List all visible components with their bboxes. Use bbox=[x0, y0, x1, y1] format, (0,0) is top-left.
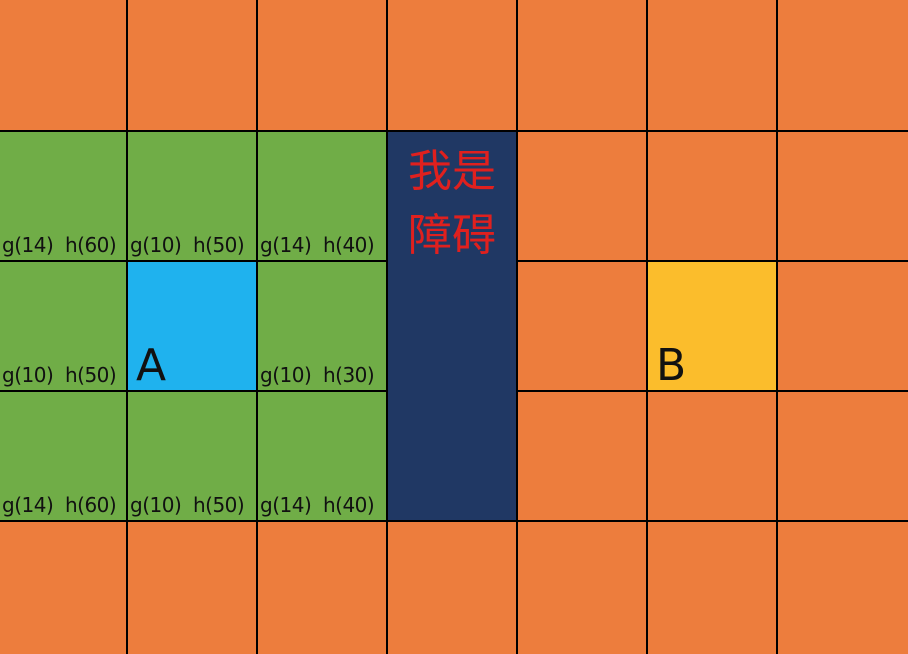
cost-label: g(14) h(40) bbox=[260, 233, 375, 257]
open-node-cell: g(14) h(60) bbox=[0, 392, 126, 520]
open-node-cell: g(14) h(60) bbox=[0, 132, 126, 260]
grid-cell bbox=[518, 0, 646, 130]
cost-label: g(14) h(60) bbox=[2, 233, 117, 257]
grid-cell bbox=[778, 0, 908, 130]
open-node-cell: g(14) h(40) bbox=[258, 392, 386, 520]
grid-cell bbox=[388, 0, 516, 130]
open-node-cell: g(10) h(50) bbox=[128, 392, 256, 520]
cost-label: g(10) h(30) bbox=[260, 363, 375, 387]
grid-cell bbox=[0, 522, 126, 654]
cost-label: g(10) h(50) bbox=[130, 233, 245, 257]
grid-cell bbox=[0, 0, 126, 130]
grid-cell bbox=[128, 0, 256, 130]
cost-label: g(14) h(60) bbox=[2, 493, 117, 517]
grid-cell bbox=[778, 392, 908, 520]
grid-cell bbox=[778, 522, 908, 654]
goal-node-cell: B bbox=[648, 262, 776, 390]
goal-node-label: B bbox=[656, 340, 687, 390]
grid-cell bbox=[648, 132, 776, 260]
start-node-cell: A bbox=[128, 262, 256, 390]
open-node-cell: g(10) h(30) bbox=[258, 262, 386, 390]
grid-cell bbox=[518, 522, 646, 654]
obstacle-column: 我是障碍 bbox=[388, 132, 516, 520]
grid-cell bbox=[778, 132, 908, 260]
grid-cell bbox=[388, 522, 516, 654]
grid-cell bbox=[648, 0, 776, 130]
cost-label: g(10) h(50) bbox=[2, 363, 117, 387]
grid-cell bbox=[648, 392, 776, 520]
open-node-cell: g(10) h(50) bbox=[128, 132, 256, 260]
open-node-cell: g(10) h(50) bbox=[0, 262, 126, 390]
grid-cell bbox=[258, 0, 386, 130]
grid-cell bbox=[648, 522, 776, 654]
grid-cell bbox=[258, 522, 386, 654]
grid-cell bbox=[128, 522, 256, 654]
grid-cell bbox=[518, 392, 646, 520]
obstacle-label: 我是障碍 bbox=[408, 146, 496, 261]
grid-cell bbox=[518, 262, 646, 390]
cost-label: g(14) h(40) bbox=[260, 493, 375, 517]
cost-label: g(10) h(50) bbox=[130, 493, 245, 517]
grid-cell bbox=[778, 262, 908, 390]
start-node-label: A bbox=[136, 340, 167, 390]
open-node-cell: g(14) h(40) bbox=[258, 132, 386, 260]
grid-cell bbox=[518, 132, 646, 260]
